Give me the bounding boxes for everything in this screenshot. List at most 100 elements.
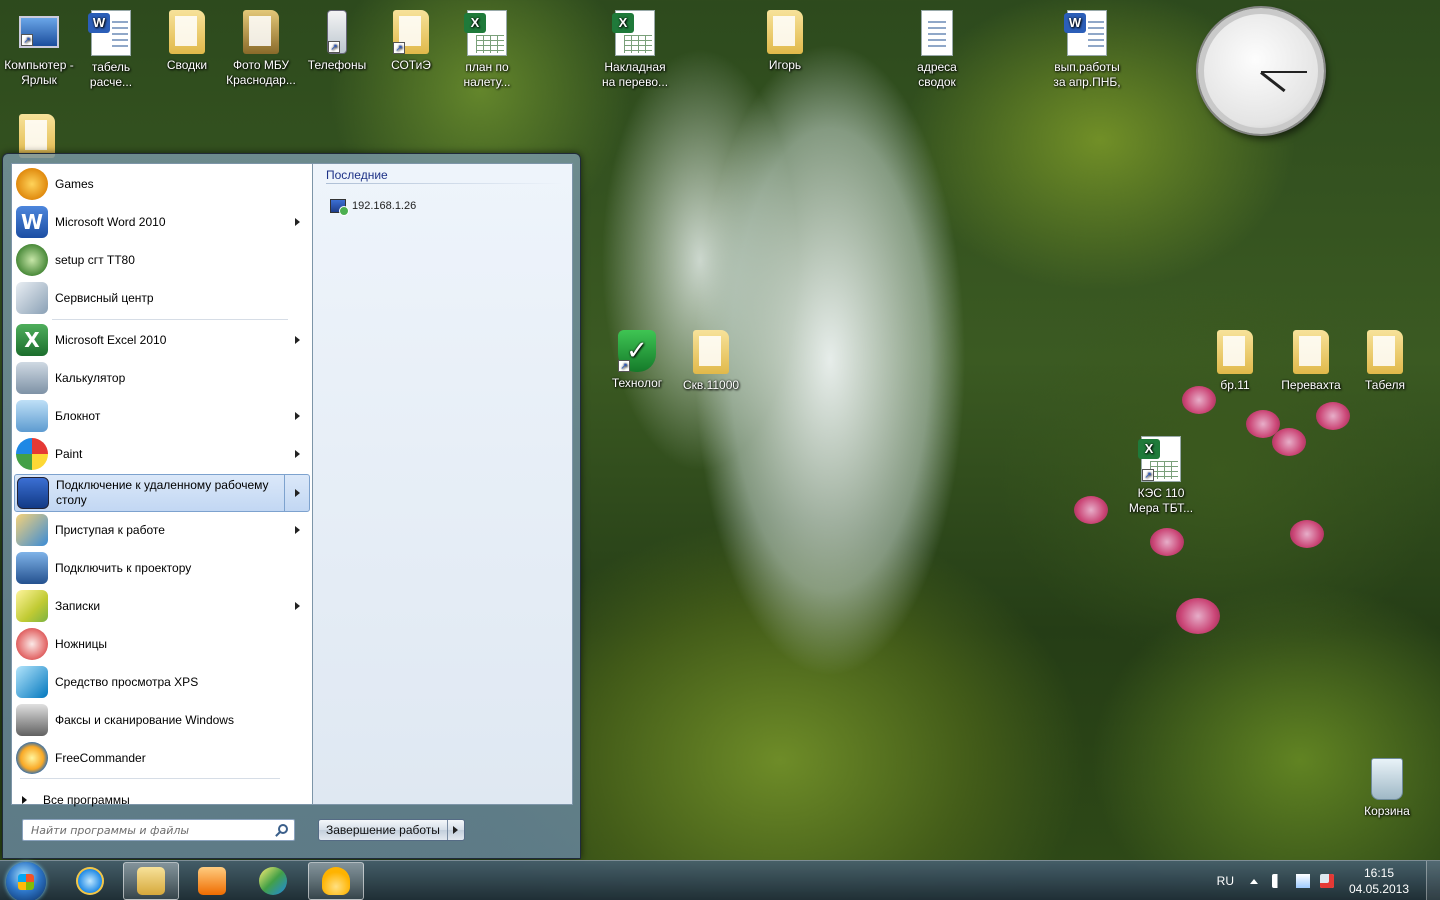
desktop-icon-br11[interactable]: бр.11 bbox=[1198, 330, 1272, 393]
taskbar-clock[interactable]: 16:15 04.05.2013 bbox=[1344, 865, 1414, 897]
action-center-flag-icon[interactable] bbox=[1296, 874, 1310, 888]
clock-gadget[interactable] bbox=[1198, 8, 1324, 134]
wallpaper-flower bbox=[1290, 520, 1324, 548]
desktop-icon-label: Сводки bbox=[166, 58, 208, 72]
start-item-games[interactable]: Games bbox=[14, 166, 310, 202]
desktop-icon-addr[interactable]: адреса сводок bbox=[900, 10, 974, 90]
scissors-icon bbox=[16, 628, 48, 660]
taskbar-internet-explorer[interactable] bbox=[62, 862, 118, 900]
desktop-icon-tech[interactable]: ✓ ↗ Технолог bbox=[600, 330, 674, 391]
start-item-scissors[interactable]: Ножницы bbox=[14, 626, 310, 662]
show-desktop-button[interactable] bbox=[1426, 861, 1440, 900]
wallpaper-flower bbox=[1316, 402, 1350, 430]
desktop-icon-tabels[interactable]: Табеля bbox=[1348, 330, 1422, 393]
desktop-icon-phones[interactable]: ↗ Телефоны bbox=[300, 10, 374, 73]
start-item-sticky-notes[interactable]: Записки bbox=[14, 588, 310, 624]
search-input[interactable] bbox=[31, 823, 271, 837]
desktop-icon-nakl[interactable]: X Накладная на перево... bbox=[598, 10, 672, 90]
wallpaper-flower bbox=[1150, 528, 1184, 556]
recent-header-divider bbox=[326, 183, 564, 184]
shutdown-button[interactable]: Завершение работы bbox=[319, 820, 447, 840]
games-icon bbox=[16, 168, 48, 200]
excel-document-icon: X ↗ bbox=[1138, 436, 1181, 482]
shutdown-options-button[interactable] bbox=[446, 820, 464, 840]
start-item-excel[interactable]: X Microsoft Excel 2010 bbox=[14, 322, 310, 358]
app-icon bbox=[259, 867, 287, 895]
clock-minute-hand bbox=[1261, 71, 1307, 73]
desktop-icon-label: Накладная на перево... bbox=[601, 60, 669, 89]
submenu-arrow-icon[interactable] bbox=[295, 412, 300, 420]
start-search-box[interactable] bbox=[22, 819, 295, 841]
wallpaper-flower bbox=[1074, 496, 1108, 524]
start-item-projector[interactable]: Подключить к проектору bbox=[14, 550, 310, 586]
taskbar-hardhat-app[interactable] bbox=[308, 862, 364, 900]
internet-explorer-icon bbox=[76, 867, 104, 895]
desktop-icon-plan[interactable]: X план по налету... bbox=[450, 10, 524, 90]
start-item-word[interactable]: W Microsoft Word 2010 bbox=[14, 204, 310, 240]
desktop-icon-skv[interactable]: Скв.11000 bbox=[674, 330, 748, 393]
submenu-arrow-icon[interactable] bbox=[295, 218, 300, 226]
volume-icon[interactable] bbox=[1272, 874, 1286, 888]
network-error-icon[interactable] bbox=[1320, 874, 1334, 888]
desktop-icon-label: СОТиЭ bbox=[391, 58, 431, 72]
folder-icon bbox=[1367, 330, 1403, 374]
start-item-getting-started[interactable]: Приступая к работе bbox=[14, 512, 310, 548]
start-item-service-center[interactable]: Сервисный центр bbox=[14, 280, 310, 316]
desktop-icon-label: бр.11 bbox=[1220, 378, 1250, 392]
desktop-icon-sotie[interactable]: ↗ СОТиЭ bbox=[374, 10, 448, 73]
start-item-fax-scan[interactable]: Факсы и сканирование Windows bbox=[14, 702, 310, 738]
desktop-icon-label: Перевахта bbox=[1281, 378, 1341, 392]
desktop-icon-label: адреса сводок bbox=[917, 60, 957, 89]
phone-icon: ↗ bbox=[327, 10, 347, 54]
desktop-icon-label: Компьютер - Ярлык bbox=[4, 58, 74, 87]
desktop-icon-label: план по налету... bbox=[463, 60, 511, 89]
excel-document-icon: X bbox=[612, 10, 655, 56]
start-item-remote-desktop[interactable]: Подключение к удаленному рабочему столу bbox=[14, 474, 310, 512]
all-programs-button[interactable]: Все программы bbox=[14, 789, 310, 811]
taskbar-explorer[interactable] bbox=[123, 862, 179, 900]
submenu-arrow-icon[interactable] bbox=[295, 526, 300, 534]
start-item-setup[interactable]: setup сгт ТТ80 bbox=[14, 242, 310, 278]
submenu-arrow-icon[interactable] bbox=[295, 602, 300, 610]
calculator-icon bbox=[16, 362, 48, 394]
desktop-icon-label: Корзина bbox=[1364, 804, 1410, 818]
start-item-xps-viewer[interactable]: Средство просмотра XPS bbox=[14, 664, 310, 700]
taskbar-app[interactable] bbox=[245, 862, 301, 900]
submenu-arrow-icon[interactable] bbox=[295, 450, 300, 458]
desktop-icon-computer[interactable]: ↗ Компьютер - Ярлык bbox=[2, 10, 76, 88]
search-icon[interactable] bbox=[278, 824, 288, 834]
start-menu-separator bbox=[52, 319, 288, 320]
recent-item[interactable]: 192.168.1.26 bbox=[330, 199, 416, 216]
desktop-icon-label: Технолог bbox=[611, 376, 663, 390]
start-item-notepad[interactable]: Блокнот bbox=[14, 398, 310, 434]
show-hidden-icons-icon[interactable] bbox=[1250, 878, 1258, 884]
desktop-icon-photo[interactable]: Фото МБУ Краснодар... bbox=[224, 10, 298, 88]
desktop-icon-trash[interactable]: Корзина bbox=[1350, 758, 1424, 819]
start-item-freecommander[interactable]: FreeCommander bbox=[14, 740, 310, 776]
desktop-icon-vyp[interactable]: W вып.работы за апр.ПНБ, bbox=[1050, 10, 1124, 90]
start-item-calculator[interactable]: Калькулятор bbox=[14, 360, 310, 396]
desktop-icon-label: вып.работы за апр.ПНБ, bbox=[1053, 60, 1121, 89]
start-button[interactable] bbox=[6, 862, 46, 900]
folder-icon bbox=[243, 10, 279, 54]
desktop-icon-kes[interactable]: X ↗ КЭС 110 Мера ТБТ... bbox=[1124, 436, 1198, 516]
submenu-arrow-icon[interactable] bbox=[295, 336, 300, 344]
desktop-icon-label: Табеля bbox=[1365, 378, 1405, 392]
submenu-arrow-icon bbox=[295, 489, 300, 497]
clock-time: 16:15 bbox=[1363, 866, 1395, 880]
chevron-right-icon bbox=[453, 826, 459, 834]
paint-icon bbox=[16, 438, 48, 470]
recycle-bin-icon bbox=[1371, 758, 1403, 800]
shield-icon: ✓ ↗ bbox=[618, 330, 656, 372]
taskbar-media-player[interactable] bbox=[184, 862, 240, 900]
all-programs-arrow-icon bbox=[22, 796, 27, 804]
desktop-icon-tabel[interactable]: W табель расче... bbox=[74, 10, 148, 90]
desktop-icon-igor[interactable]: Игорь bbox=[748, 10, 822, 73]
start-item-paint[interactable]: Paint bbox=[14, 436, 310, 472]
language-indicator[interactable]: RU bbox=[1217, 874, 1234, 888]
windows-logo-icon bbox=[18, 874, 34, 890]
desktop-icon-perev[interactable]: Перевахта bbox=[1274, 330, 1348, 393]
submenu-button[interactable] bbox=[284, 475, 310, 511]
desktop-icon-svodki[interactable]: Сводки bbox=[150, 10, 224, 73]
folder-icon bbox=[693, 330, 729, 374]
